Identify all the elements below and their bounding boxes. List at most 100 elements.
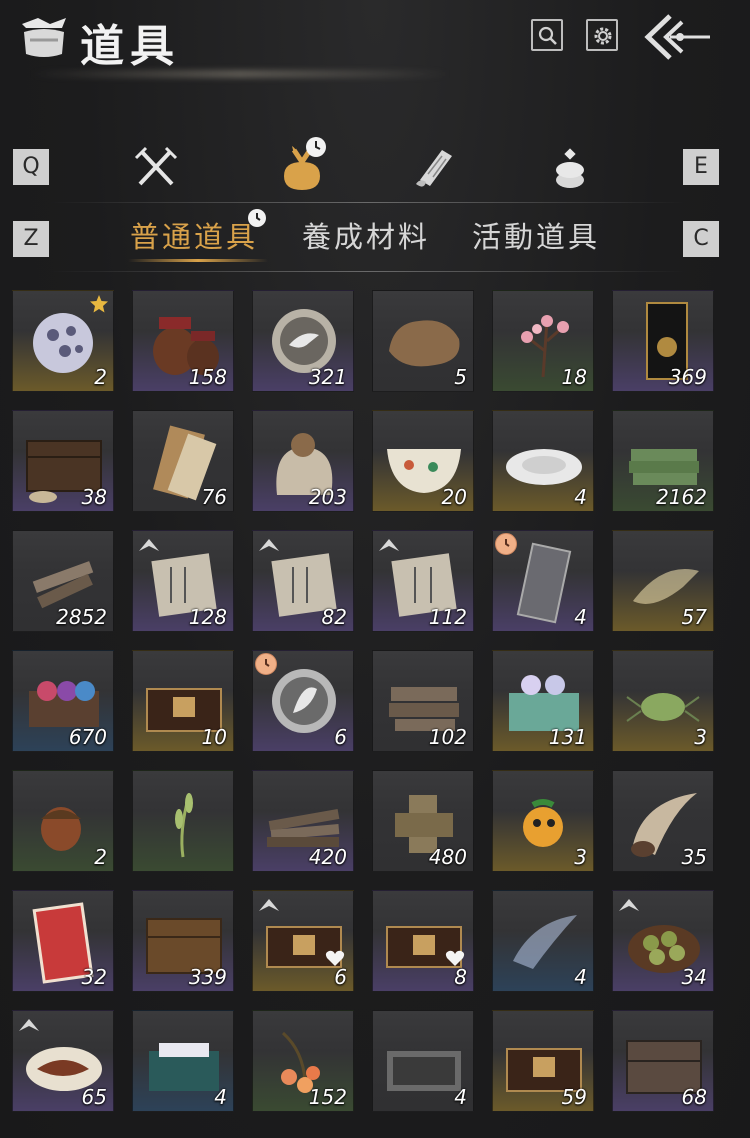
item-slot-lacquer-box-b[interactable]: 59: [492, 1010, 594, 1112]
item-count: 102: [428, 725, 467, 749]
item-count: 65: [81, 1085, 107, 1109]
item-slot-carved-chest[interactable]: 339: [132, 890, 234, 992]
active-subtab-indicator: [128, 259, 268, 262]
item-slot-lacquer-box[interactable]: 10: [132, 650, 234, 752]
item-slot-heart-chest-a[interactable]: 6: [252, 890, 354, 992]
item-slot-manual-b[interactable]: 82: [252, 530, 354, 632]
search-icon: [538, 26, 557, 45]
item-count: 8: [454, 965, 467, 989]
item-count: 4: [454, 1085, 467, 1109]
item-slot-paper-bundle[interactable]: 76: [132, 410, 234, 512]
item-slot-teal-box[interactable]: 4: [132, 1010, 234, 1112]
gear-icon: [594, 27, 612, 45]
item-slot-leaf-token[interactable]: 6: [252, 650, 354, 752]
item-slot-plum-blossom[interactable]: 18: [492, 290, 594, 392]
item-slot-dove-token[interactable]: 321: [252, 290, 354, 392]
settings-button[interactable]: [586, 19, 618, 51]
item-slot-wood-blocks[interactable]: 480: [372, 770, 474, 872]
item-count: 131: [548, 725, 587, 749]
page-title: 道具: [80, 21, 180, 72]
item-count: 420: [308, 845, 347, 869]
item-count: 480: [428, 845, 467, 869]
item-slot-gray-token[interactable]: 4: [492, 530, 594, 632]
item-slot-green-beetle[interactable]: 3: [612, 650, 714, 752]
item-slot-berry-branch[interactable]: 152: [252, 1010, 354, 1112]
item-slot-grass-sprig[interactable]: [132, 770, 234, 872]
item-slot-log-pile[interactable]: 102: [372, 650, 474, 752]
item-slot-spirit-scroll[interactable]: 57: [612, 530, 714, 632]
subtab-normal-items[interactable]: 普通道具: [130, 214, 258, 256]
grade-mark-icon: [259, 539, 279, 551]
item-slot-red-card[interactable]: 32: [12, 890, 114, 992]
next-subtab-key[interactable]: C: [683, 221, 719, 257]
search-button[interactable]: [531, 19, 563, 51]
timer-badge-icon: [255, 653, 277, 675]
header-glow: [30, 70, 450, 78]
scroll-icon[interactable]: [406, 140, 462, 196]
coin-stack-icon[interactable]: [542, 140, 598, 196]
item-slot-porcelain-plate[interactable]: 4: [492, 410, 594, 512]
item-count: 4: [214, 1085, 227, 1109]
back-arrow-icon[interactable]: [640, 12, 716, 62]
item-count: 34: [681, 965, 707, 989]
item-slot-dumpling-plate[interactable]: 34: [612, 890, 714, 992]
item-count: 82: [321, 605, 347, 629]
item-slot-plank-pile[interactable]: 420: [252, 770, 354, 872]
item-slot-bamboo-bundle[interactable]: 2162: [612, 410, 714, 512]
item-slot-heart-chest-b[interactable]: 8: [372, 890, 474, 992]
header: 道具: [0, 0, 750, 90]
item-count: 2: [94, 845, 107, 869]
item-count: 369: [668, 365, 707, 389]
item-count: 20: [441, 485, 467, 509]
timer-clock-icon: [306, 137, 326, 157]
item-count: 10: [201, 725, 227, 749]
item-count: 152: [308, 1085, 347, 1109]
item-slot-golden-fruit[interactable]: 3: [492, 770, 594, 872]
item-count: 2162: [656, 485, 707, 509]
item-slot-pearl-box[interactable]: 131: [492, 650, 594, 752]
item-count: 6: [334, 965, 347, 989]
item-slot-fur-pelt[interactable]: 5: [372, 290, 474, 392]
inventory-screen: 道具 Q E Z C 普通道具 養成材料 活動道具 2 158 321 5 18…: [0, 0, 750, 1138]
item-count: 158: [188, 365, 227, 389]
item-count: 3: [694, 725, 707, 749]
item-slot-manual-a[interactable]: 128: [132, 530, 234, 632]
item-slot-manual-c[interactable]: 112: [372, 530, 474, 632]
item-slot-wooden-chest[interactable]: 38: [12, 410, 114, 512]
item-slot-porcelain-bowl[interactable]: 20: [372, 410, 474, 512]
item-slot-spirit-wisp[interactable]: 4: [492, 890, 594, 992]
item-slot-acorn[interactable]: 2: [12, 770, 114, 872]
item-count: 32: [81, 965, 107, 989]
item-slot-iron-chest[interactable]: 68: [612, 1010, 714, 1112]
item-slot-horn[interactable]: 35: [612, 770, 714, 872]
item-slot-dye-box[interactable]: 670: [12, 650, 114, 752]
item-slot-wine-jars[interactable]: 158: [132, 290, 234, 392]
item-slot-tool-case[interactable]: 4: [372, 1010, 474, 1112]
item-slot-fish-plate[interactable]: 65: [12, 1010, 114, 1112]
grass-sprig-icon: [175, 793, 193, 858]
bag-title-icon: [22, 18, 66, 57]
subtab-timer-icon: [248, 209, 266, 227]
item-count: 670: [68, 725, 107, 749]
item-count: 339: [188, 965, 227, 989]
item-slot-grain-sack[interactable]: 203: [252, 410, 354, 512]
item-count: 4: [574, 485, 587, 509]
item-slot-wood-scraps[interactable]: 2852: [12, 530, 114, 632]
item-slot-crystal-orb[interactable]: 2: [12, 290, 114, 392]
item-count: 4: [574, 965, 587, 989]
item-count: 3: [574, 845, 587, 869]
item-count: 2852: [56, 605, 107, 629]
item-count: 5: [454, 365, 467, 389]
item-count: 2: [94, 365, 107, 389]
grade-mark-icon: [19, 1019, 39, 1031]
grade-mark-icon: [259, 899, 279, 911]
item-count: 68: [681, 1085, 707, 1109]
item-slot-black-invitation[interactable]: 369: [612, 290, 714, 392]
timer-badge-icon: [495, 533, 517, 555]
prev-category-key[interactable]: Q: [13, 149, 49, 185]
prev-subtab-key[interactable]: Z: [13, 221, 49, 257]
subtab-materials[interactable]: 養成材料: [302, 214, 430, 256]
next-category-key[interactable]: E: [683, 149, 719, 185]
subtab-event-items[interactable]: 活動道具: [472, 214, 600, 256]
crossed-swords-icon[interactable]: [128, 140, 184, 196]
